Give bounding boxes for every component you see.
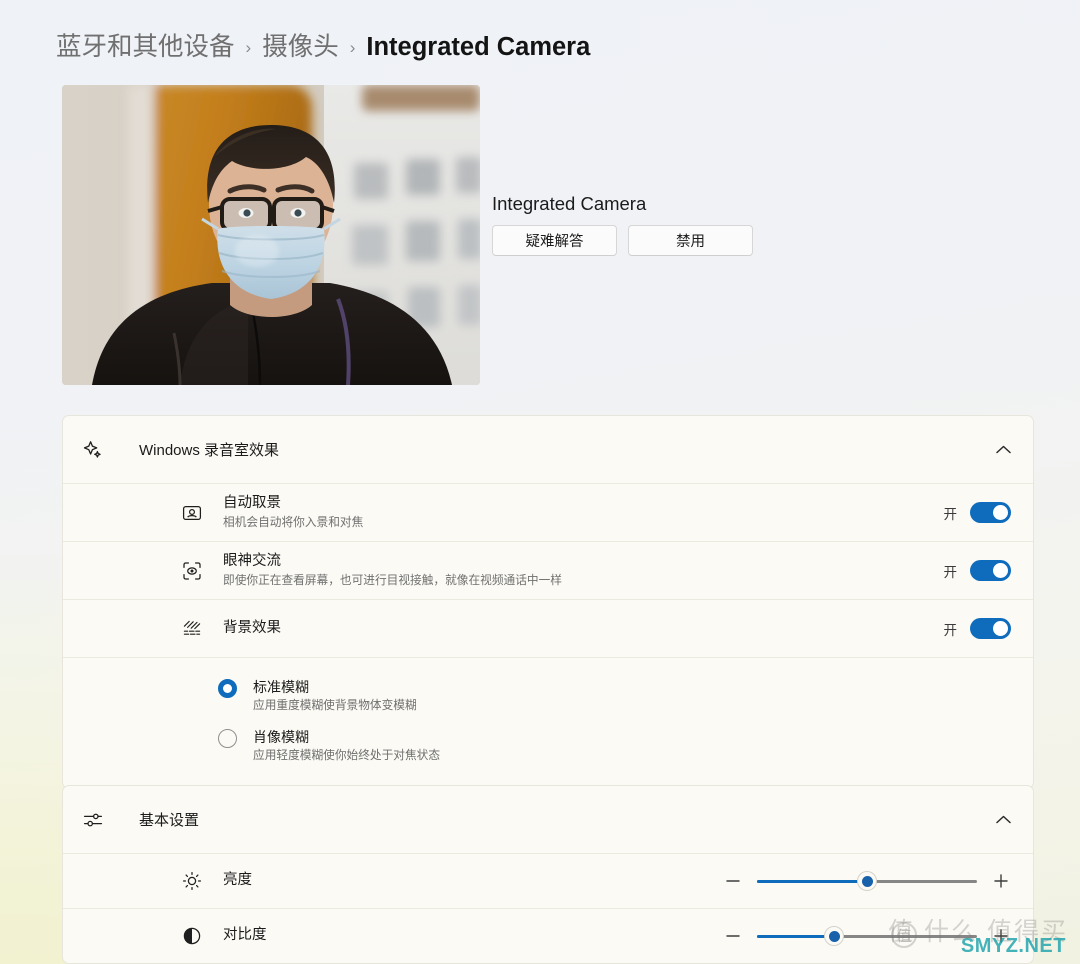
brightness-icon	[181, 870, 203, 892]
row-auto-framing-text: 自动取景 相机会自动将你入景和对焦	[223, 494, 363, 530]
radio-title: 标准模糊	[253, 679, 309, 695]
watermark-badge: 值	[891, 922, 917, 948]
basic-settings-card: 基本设置 亮度 对比度	[62, 785, 1034, 964]
breadcrumb-item-bluetooth-devices[interactable]: 蓝牙和其他设备	[56, 32, 235, 63]
radio-subtitle: 应用重度模糊使背景物体变模糊	[253, 698, 417, 712]
chevron-up-icon[interactable]	[996, 445, 1011, 454]
auto-framing-toggle[interactable]	[970, 502, 1011, 523]
background-effects-toggle[interactable]	[970, 618, 1011, 639]
contrast-slider[interactable]	[757, 925, 977, 947]
radio-indicator	[218, 728, 237, 748]
contrast-increase-button[interactable]	[991, 926, 1011, 946]
radio-indicator	[218, 679, 237, 698]
basic-settings-title: 基本设置	[139, 812, 200, 829]
background-effects-icon	[181, 618, 203, 640]
breadcrumb-item-current: Integrated Camera	[366, 33, 591, 61]
toggle-state-label: 开	[943, 564, 958, 580]
radio-title: 肖像模糊	[253, 728, 309, 745]
breadcrumb-separator-icon: ›	[245, 38, 252, 58]
camera-preview-image	[62, 85, 480, 385]
disable-button[interactable]: 禁用	[628, 225, 753, 256]
row-subtitle: 即使你正在查看屏幕，也可进行目视接触，就像在视频通话中一样	[223, 573, 562, 587]
brightness-increase-button[interactable]	[991, 871, 1011, 891]
brightness-slider-thumb[interactable]	[857, 871, 877, 891]
row-background-effects[interactable]: 背景效果 开	[63, 600, 1033, 657]
breadcrumb: 蓝牙和其他设备 › 摄像头 › Integrated Camera	[56, 32, 590, 63]
row-eye-contact[interactable]: 眼神交流 即使你正在查看屏幕，也可进行目视接触，就像在视频通话中一样 开	[63, 542, 1033, 599]
row-background-effects-text: 背景效果	[223, 619, 281, 639]
radio-portrait-blur[interactable]: 肖像模糊 应用轻度模糊使你始终处于对焦状态	[218, 721, 1011, 771]
studio-effects-title: Windows 录音室效果	[139, 442, 280, 459]
row-title: 自动取景	[223, 495, 281, 512]
eye-contact-icon	[181, 560, 203, 582]
breadcrumb-separator-icon: ›	[349, 38, 356, 58]
brightness-slider-control	[723, 870, 1011, 892]
radio-standard-blur[interactable]: 标准模糊 应用重度模糊使背景物体变模糊	[218, 671, 1011, 721]
auto-framing-icon	[181, 502, 203, 524]
brightness-slider[interactable]	[757, 870, 977, 892]
radio-portrait-blur-text: 肖像模糊 应用轻度模糊使你始终处于对焦状态	[253, 728, 440, 764]
radio-standard-blur-text: 标准模糊 应用重度模糊使背景物体变模糊	[253, 678, 417, 714]
studio-effects-section-header[interactable]: Windows 录音室效果	[63, 416, 1033, 483]
row-title: 亮度	[223, 872, 252, 889]
troubleshoot-button[interactable]: 疑难解答	[492, 225, 617, 256]
chevron-up-icon[interactable]	[996, 815, 1011, 824]
sliders-icon	[83, 810, 113, 830]
breadcrumb-item-cameras[interactable]: 摄像头	[262, 32, 339, 63]
eye-contact-toggle[interactable]	[970, 560, 1011, 581]
basic-settings-section-header[interactable]: 基本设置	[63, 786, 1033, 853]
row-brightness: 亮度	[63, 854, 1033, 908]
row-contrast-text: 对比度	[223, 926, 267, 946]
toggle-state-label: 开	[943, 622, 958, 638]
settings-page: 蓝牙和其他设备 › 摄像头 › Integrated Camera Integr…	[0, 0, 1080, 964]
contrast-icon	[181, 925, 203, 947]
row-title: 眼神交流	[223, 553, 281, 570]
row-title: 对比度	[223, 927, 267, 944]
row-auto-framing-control: 开	[943, 502, 1011, 523]
camera-preview	[62, 85, 480, 385]
sparkle-icon	[83, 440, 113, 460]
contrast-slider-thumb[interactable]	[824, 926, 844, 946]
toggle-state-label: 开	[943, 506, 958, 522]
device-actions: 疑难解答 禁用	[492, 225, 753, 256]
row-eye-contact-text: 眼神交流 即使你正在查看屏幕，也可进行目视接触，就像在视频通话中一样	[223, 552, 562, 588]
row-brightness-text: 亮度	[223, 871, 252, 891]
row-title: 背景效果	[223, 619, 281, 636]
row-background-effects-control: 开	[943, 618, 1011, 639]
row-subtitle: 相机会自动将你入景和对焦	[223, 515, 364, 529]
brightness-decrease-button[interactable]	[723, 871, 743, 891]
row-auto-framing[interactable]: 自动取景 相机会自动将你入景和对焦 开	[63, 484, 1033, 541]
row-eye-contact-control: 开	[943, 560, 1011, 581]
row-contrast: 对比度	[63, 909, 1033, 963]
contrast-decrease-button[interactable]	[723, 926, 743, 946]
device-name: Integrated Camera	[492, 193, 647, 214]
contrast-slider-control	[723, 925, 1011, 947]
radio-subtitle: 应用轻度模糊使你始终处于对焦状态	[253, 748, 441, 762]
studio-effects-card: Windows 录音室效果 自动取景 相机会自动将你入景和对焦 开 眼神交流 即…	[62, 415, 1034, 790]
blur-options-group: 标准模糊 应用重度模糊使背景物体变模糊 肖像模糊 应用轻度模糊使你始终处于对焦状…	[63, 658, 1033, 788]
